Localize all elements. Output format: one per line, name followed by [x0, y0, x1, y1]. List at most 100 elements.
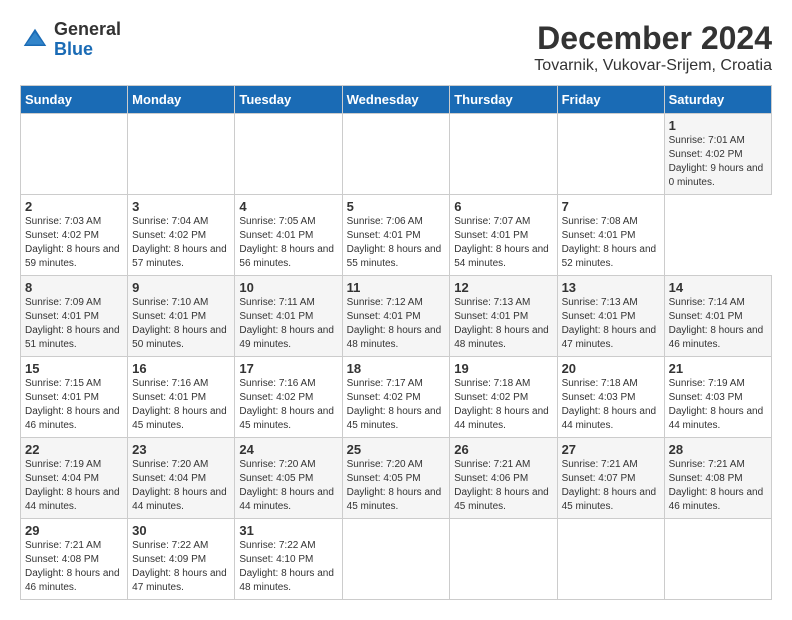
day-header-row: SundayMondayTuesdayWednesdayThursdayFrid… [21, 86, 772, 114]
day-number: 8 [25, 280, 123, 295]
day-info: Sunrise: 7:16 AM Sunset: 4:02 PM Dayligh… [239, 378, 334, 431]
day-number: 12 [454, 280, 552, 295]
day-number: 27 [562, 442, 660, 457]
day-number: 24 [239, 442, 337, 457]
day-number: 11 [347, 280, 446, 295]
day-number: 26 [454, 442, 552, 457]
day-info: Sunrise: 7:13 AM Sunset: 4:01 PM Dayligh… [454, 297, 549, 350]
day-cell-26: 26 Sunrise: 7:21 AM Sunset: 4:06 PM Dayl… [450, 438, 557, 519]
empty-cell [342, 114, 450, 195]
day-number: 25 [347, 442, 446, 457]
day-number: 30 [132, 523, 230, 538]
day-info: Sunrise: 7:10 AM Sunset: 4:01 PM Dayligh… [132, 297, 227, 350]
day-info: Sunrise: 7:21 AM Sunset: 4:07 PM Dayligh… [562, 459, 657, 512]
day-cell-12: 12 Sunrise: 7:13 AM Sunset: 4:01 PM Dayl… [450, 276, 557, 357]
empty-cell [664, 519, 771, 600]
day-info: Sunrise: 7:17 AM Sunset: 4:02 PM Dayligh… [347, 378, 442, 431]
day-number: 28 [669, 442, 767, 457]
day-info: Sunrise: 7:19 AM Sunset: 4:03 PM Dayligh… [669, 378, 764, 431]
day-header-wednesday: Wednesday [342, 86, 450, 114]
day-cell-25: 25 Sunrise: 7:20 AM Sunset: 4:05 PM Dayl… [342, 438, 450, 519]
day-cell-7: 7 Sunrise: 7:08 AM Sunset: 4:01 PM Dayli… [557, 195, 664, 276]
empty-cell [342, 519, 450, 600]
empty-cell [557, 114, 664, 195]
logo: General Blue [20, 20, 121, 60]
day-info: Sunrise: 7:20 AM Sunset: 4:04 PM Dayligh… [132, 459, 227, 512]
title-section: December 2024 Tovarnik, Vukovar-Srijem, … [534, 20, 772, 75]
day-cell-23: 23 Sunrise: 7:20 AM Sunset: 4:04 PM Dayl… [128, 438, 235, 519]
day-info: Sunrise: 7:06 AM Sunset: 4:01 PM Dayligh… [347, 216, 442, 269]
day-cell-8: 8 Sunrise: 7:09 AM Sunset: 4:01 PM Dayli… [21, 276, 128, 357]
day-number: 10 [239, 280, 337, 295]
day-number: 14 [669, 280, 767, 295]
day-cell-14: 14 Sunrise: 7:14 AM Sunset: 4:01 PM Dayl… [664, 276, 771, 357]
empty-cell [557, 519, 664, 600]
day-number: 3 [132, 199, 230, 214]
day-cell-21: 21 Sunrise: 7:19 AM Sunset: 4:03 PM Dayl… [664, 357, 771, 438]
day-info: Sunrise: 7:09 AM Sunset: 4:01 PM Dayligh… [25, 297, 120, 350]
calendar-table: SundayMondayTuesdayWednesdayThursdayFrid… [20, 85, 772, 600]
day-header-saturday: Saturday [664, 86, 771, 114]
day-number: 29 [25, 523, 123, 538]
day-info: Sunrise: 7:22 AM Sunset: 4:09 PM Dayligh… [132, 540, 227, 593]
week-row-4: 15 Sunrise: 7:15 AM Sunset: 4:01 PM Dayl… [21, 357, 772, 438]
day-info: Sunrise: 7:19 AM Sunset: 4:04 PM Dayligh… [25, 459, 120, 512]
day-info: Sunrise: 7:16 AM Sunset: 4:01 PM Dayligh… [132, 378, 227, 431]
day-cell-6: 6 Sunrise: 7:07 AM Sunset: 4:01 PM Dayli… [450, 195, 557, 276]
day-number: 15 [25, 361, 123, 376]
calendar-title: December 2024 [534, 20, 772, 57]
day-cell-11: 11 Sunrise: 7:12 AM Sunset: 4:01 PM Dayl… [342, 276, 450, 357]
logo-blue: Blue [54, 40, 121, 60]
day-info: Sunrise: 7:20 AM Sunset: 4:05 PM Dayligh… [239, 459, 334, 512]
day-cell-1: 1 Sunrise: 7:01 AM Sunset: 4:02 PM Dayli… [664, 114, 771, 195]
day-info: Sunrise: 7:21 AM Sunset: 4:08 PM Dayligh… [25, 540, 120, 593]
day-number: 17 [239, 361, 337, 376]
day-number: 9 [132, 280, 230, 295]
day-header-monday: Monday [128, 86, 235, 114]
day-cell-20: 20 Sunrise: 7:18 AM Sunset: 4:03 PM Dayl… [557, 357, 664, 438]
day-number: 31 [239, 523, 337, 538]
day-number: 2 [25, 199, 123, 214]
day-cell-31: 31 Sunrise: 7:22 AM Sunset: 4:10 PM Dayl… [235, 519, 342, 600]
day-cell-4: 4 Sunrise: 7:05 AM Sunset: 4:01 PM Dayli… [235, 195, 342, 276]
logo-text: General Blue [54, 20, 121, 60]
calendar-subtitle: Tovarnik, Vukovar-Srijem, Croatia [534, 57, 772, 75]
day-number: 20 [562, 361, 660, 376]
day-header-tuesday: Tuesday [235, 86, 342, 114]
empty-cell [450, 114, 557, 195]
day-number: 19 [454, 361, 552, 376]
day-info: Sunrise: 7:05 AM Sunset: 4:01 PM Dayligh… [239, 216, 334, 269]
day-info: Sunrise: 7:14 AM Sunset: 4:01 PM Dayligh… [669, 297, 764, 350]
day-cell-2: 2 Sunrise: 7:03 AM Sunset: 4:02 PM Dayli… [21, 195, 128, 276]
day-cell-9: 9 Sunrise: 7:10 AM Sunset: 4:01 PM Dayli… [128, 276, 235, 357]
logo-general: General [54, 20, 121, 40]
week-row-5: 22 Sunrise: 7:19 AM Sunset: 4:04 PM Dayl… [21, 438, 772, 519]
day-info: Sunrise: 7:22 AM Sunset: 4:10 PM Dayligh… [239, 540, 334, 593]
day-info: Sunrise: 7:18 AM Sunset: 4:03 PM Dayligh… [562, 378, 657, 431]
day-number: 5 [347, 199, 446, 214]
logo-icon [20, 25, 50, 55]
calendar-body: 1 Sunrise: 7:01 AM Sunset: 4:02 PM Dayli… [21, 114, 772, 600]
day-cell-13: 13 Sunrise: 7:13 AM Sunset: 4:01 PM Dayl… [557, 276, 664, 357]
day-cell-28: 28 Sunrise: 7:21 AM Sunset: 4:08 PM Dayl… [664, 438, 771, 519]
day-info: Sunrise: 7:20 AM Sunset: 4:05 PM Dayligh… [347, 459, 442, 512]
day-info: Sunrise: 7:21 AM Sunset: 4:08 PM Dayligh… [669, 459, 764, 512]
day-cell-10: 10 Sunrise: 7:11 AM Sunset: 4:01 PM Dayl… [235, 276, 342, 357]
day-cell-17: 17 Sunrise: 7:16 AM Sunset: 4:02 PM Dayl… [235, 357, 342, 438]
day-info: Sunrise: 7:15 AM Sunset: 4:01 PM Dayligh… [25, 378, 120, 431]
day-header-thursday: Thursday [450, 86, 557, 114]
week-row-2: 2 Sunrise: 7:03 AM Sunset: 4:02 PM Dayli… [21, 195, 772, 276]
day-number: 21 [669, 361, 767, 376]
day-info: Sunrise: 7:07 AM Sunset: 4:01 PM Dayligh… [454, 216, 549, 269]
page-header: General Blue December 2024 Tovarnik, Vuk… [20, 20, 772, 75]
day-cell-22: 22 Sunrise: 7:19 AM Sunset: 4:04 PM Dayl… [21, 438, 128, 519]
calendar-header: SundayMondayTuesdayWednesdayThursdayFrid… [21, 86, 772, 114]
week-row-3: 8 Sunrise: 7:09 AM Sunset: 4:01 PM Dayli… [21, 276, 772, 357]
day-cell-16: 16 Sunrise: 7:16 AM Sunset: 4:01 PM Dayl… [128, 357, 235, 438]
day-cell-30: 30 Sunrise: 7:22 AM Sunset: 4:09 PM Dayl… [128, 519, 235, 600]
day-number: 7 [562, 199, 660, 214]
day-info: Sunrise: 7:21 AM Sunset: 4:06 PM Dayligh… [454, 459, 549, 512]
empty-cell [450, 519, 557, 600]
day-info: Sunrise: 7:11 AM Sunset: 4:01 PM Dayligh… [239, 297, 334, 350]
empty-cell [128, 114, 235, 195]
